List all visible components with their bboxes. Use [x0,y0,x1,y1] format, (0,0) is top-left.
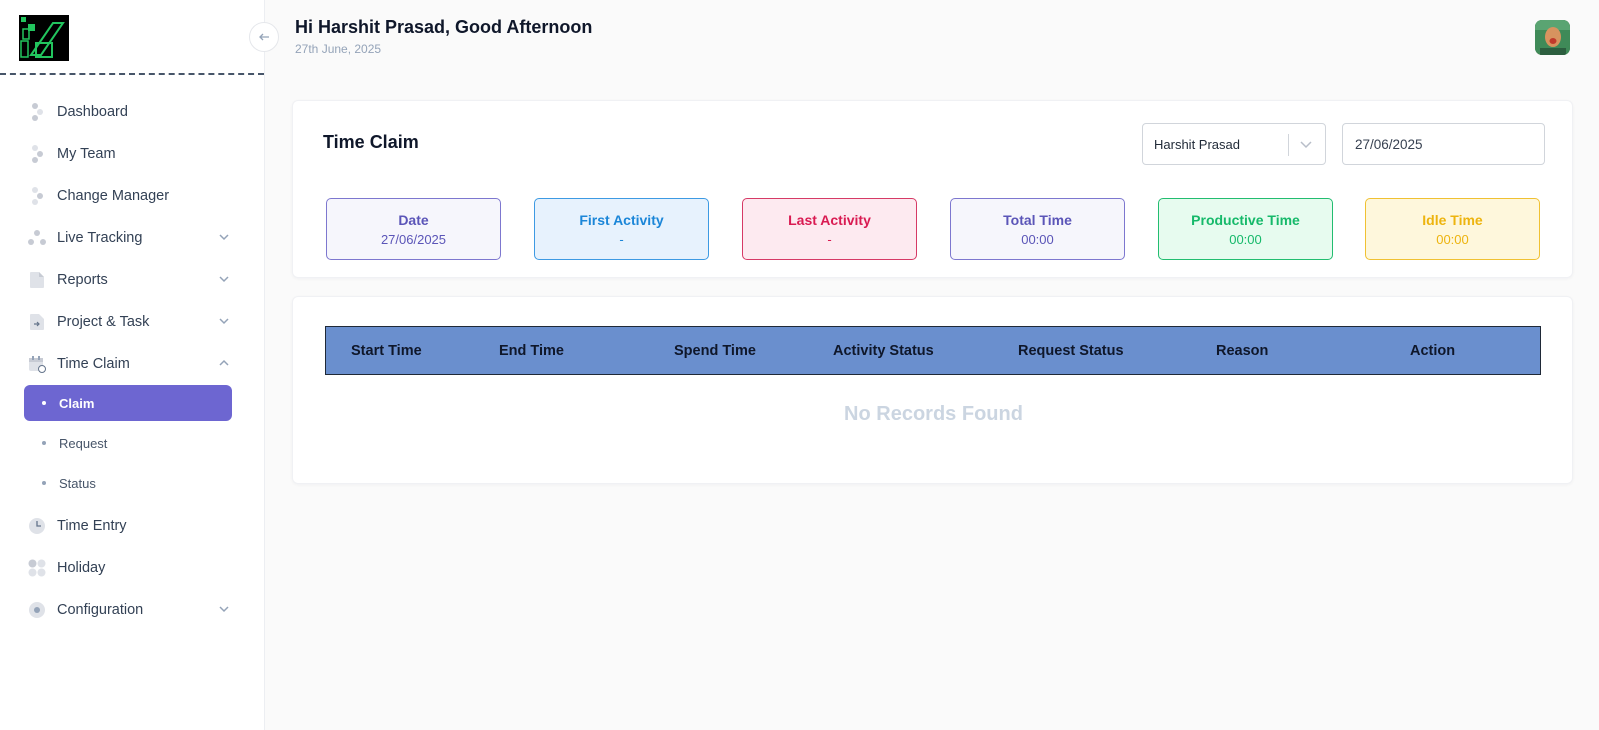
current-date: 27th June, 2025 [295,42,382,56]
table-header: Start Time End Time Spend Time Activity … [325,326,1541,375]
stat-total-time: Total Time 00:00 [950,198,1125,260]
stat-title: First Activity [579,212,664,228]
sidebar-item-label: Dashboard [57,104,128,120]
bullet-icon [42,481,46,485]
live-tracking-icon [28,229,46,247]
bullet-icon [42,401,46,405]
sidebar-item-reports[interactable]: Reports [0,259,264,301]
stat-value: 27/06/2025 [380,232,447,247]
project-task-icon [28,313,46,331]
date-input-value: 27/06/2025 [1355,137,1423,152]
app-logo[interactable] [19,15,69,61]
sidebar-item-label: My Team [57,146,116,162]
sidebar-nav: Dashboard My Team Change Manager Live Tr… [0,91,264,631]
date-input[interactable]: 27/06/2025 [1342,123,1545,165]
sidebar-item-time-claim[interactable]: Time Claim [0,343,264,385]
sidebar-item-time-entry[interactable]: Time Entry [0,505,264,547]
stat-title: Productive Time [1191,212,1300,228]
bullet-icon [42,441,46,445]
team-icon [28,145,46,163]
column-header-request-status[interactable]: Request Status [1018,343,1124,359]
sidebar-item-label: Project & Task [57,314,150,330]
holiday-icon [28,559,46,577]
column-header-reason[interactable]: Reason [1216,343,1268,359]
column-header-end-time[interactable]: End Time [499,343,564,359]
stat-idle-time: Idle Time 00:00 [1365,198,1540,260]
chevron-down-icon[interactable] [218,231,230,243]
sidebar: Dashboard My Team Change Manager Live Tr… [0,0,265,730]
greeting-title: Hi Harshit Prasad, Good Afternoon [295,17,593,37]
sidebar-item-label: Time Entry [57,518,127,534]
clock-icon [28,517,46,535]
stat-productive-time: Productive Time 00:00 [1158,198,1333,260]
stat-first-activity: First Activity - [534,198,709,260]
sidebar-item-label: Time Claim [57,356,130,372]
records-card: Start Time End Time Spend Time Activity … [292,296,1573,484]
employee-select[interactable]: Harshit Prasad [1142,123,1326,165]
chevron-down-icon[interactable] [1299,139,1313,151]
stat-value: 00:00 [1021,232,1054,247]
page-title: Time Claim [323,132,419,152]
sidebar-item-change-manager[interactable]: Change Manager [0,175,264,217]
sidebar-item-holiday[interactable]: Holiday [0,547,264,589]
stat-value: 00:00 [1436,232,1469,247]
stat-title: Date [398,212,429,228]
sidebar-item-dashboard[interactable]: Dashboard [0,91,264,133]
avatar[interactable] [1535,20,1570,55]
chevron-down-icon[interactable] [218,603,230,615]
stat-title: Idle Time [1422,212,1483,228]
sidebar-item-project-task[interactable]: Project & Task [0,301,264,343]
stat-last-activity: Last Activity - [742,198,917,260]
select-separator [1288,134,1289,156]
sidebar-item-live-tracking[interactable]: Live Tracking [0,217,264,259]
stat-title: Total Time [1003,212,1072,228]
calendar-icon [28,355,46,373]
sidebar-item-my-team[interactable]: My Team [0,133,264,175]
change-manager-icon [28,187,46,205]
chevron-down-icon[interactable] [218,315,230,327]
sidebar-item-label: Reports [57,272,108,288]
time-claim-card: Time Claim Harshit Prasad 27/06/2025 Dat… [292,100,1573,278]
chevron-down-icon[interactable] [218,273,230,285]
arrow-left-icon [259,33,269,41]
sidebar-item-label: Change Manager [57,188,170,204]
column-header-start-time[interactable]: Start Time [351,343,422,359]
employee-select-value: Harshit Prasad [1154,137,1240,152]
sidebar-subitem-request[interactable]: Request [24,425,232,461]
column-header-spend-time[interactable]: Spend Time [674,343,756,359]
empty-state: No Records Found [844,403,1023,425]
dashboard-icon [28,103,46,121]
stat-value: - [619,232,624,247]
sidebar-subitem-claim[interactable]: Claim [24,385,232,421]
sidebar-item-configuration[interactable]: Configuration [0,589,264,631]
stat-date: Date 27/06/2025 [326,198,501,260]
logo-area [0,0,264,75]
chevron-up-icon[interactable] [218,357,230,369]
stat-value: 00:00 [1229,232,1262,247]
gear-icon [28,601,46,619]
sidebar-subitem-label: Claim [59,395,95,411]
column-header-activity-status[interactable]: Activity Status [833,343,934,359]
column-header-action[interactable]: Action [1410,343,1455,359]
stat-value: - [827,232,832,247]
sidebar-item-label: Holiday [57,560,106,576]
stat-title: Last Activity [788,212,871,228]
sidebar-subitem-status[interactable]: Status [24,465,232,501]
sidebar-subitem-label: Status [59,475,96,491]
sidebar-collapse-button[interactable] [249,22,279,52]
sidebar-item-label: Live Tracking [57,230,143,246]
reports-icon [28,271,46,289]
sidebar-item-label: Configuration [57,602,144,618]
sidebar-subitem-label: Request [59,435,108,451]
